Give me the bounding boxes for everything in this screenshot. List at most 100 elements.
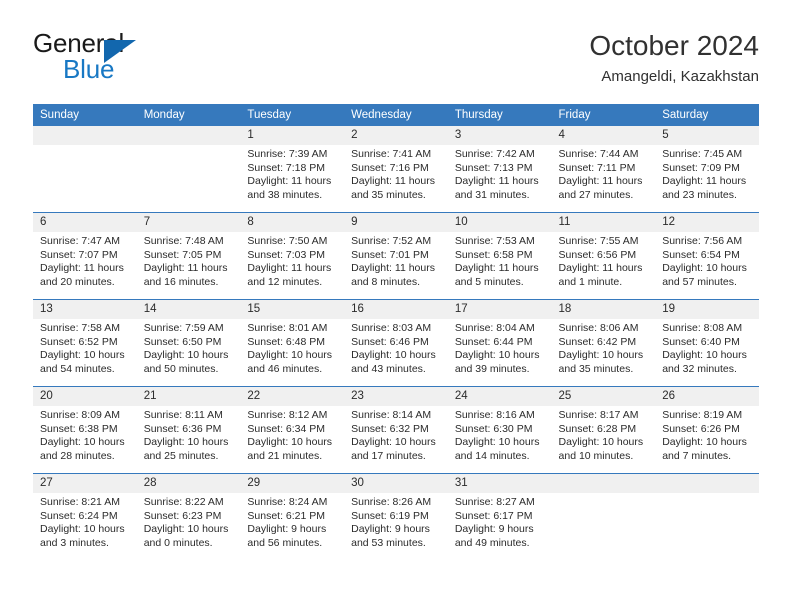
calendar-day-cell[interactable]: 18 Sunrise: 8:06 AM Sunset: 6:42 PM Dayligh… xyxy=(551,299,656,387)
calendar-day-cell[interactable]: 28 Sunrise: 8:22 AM Sunset: 6:23 PM Dayligh… xyxy=(136,473,241,560)
sunrise-text: Sunrise: 7:56 AM xyxy=(662,235,743,247)
day-number: 5 xyxy=(655,126,759,145)
daylight-text-line2: and 56 minutes. xyxy=(247,536,323,549)
day-details: Sunrise: 7:56 AM Sunset: 6:54 PM Daylight:… xyxy=(655,232,759,289)
calendar-cell-empty xyxy=(655,473,759,560)
calendar-day-cell[interactable]: 29 Sunrise: 8:24 AM Sunset: 6:21 PM Dayligh… xyxy=(240,473,345,560)
calendar-day-cell[interactable]: 1 Sunrise: 7:39 AM Sunset: 7:18 PM Daylight… xyxy=(240,126,345,213)
calendar-week-row: 1 Sunrise: 7:39 AM Sunset: 7:18 PM Daylight… xyxy=(33,126,759,213)
calendar-day-cell[interactable]: 14 Sunrise: 7:59 AM Sunset: 6:50 PM Dayligh… xyxy=(136,299,241,387)
day-details: Sunrise: 7:58 AM Sunset: 6:52 PM Daylight:… xyxy=(33,319,137,376)
calendar-day-cell[interactable]: 27 Sunrise: 8:21 AM Sunset: 6:24 PM Dayligh… xyxy=(33,473,137,560)
daylight-text-line1: Daylight: 11 hours xyxy=(558,262,643,275)
calendar-cell-empty xyxy=(136,126,241,213)
day-details: Sunrise: 8:19 AM Sunset: 6:26 PM Daylight:… xyxy=(655,406,759,463)
daylight-text-line1: Daylight: 11 hours xyxy=(247,262,332,275)
calendar-day-cell[interactable]: 26 Sunrise: 8:19 AM Sunset: 6:26 PM Dayligh… xyxy=(655,386,759,474)
calendar-day-cell[interactable]: 9 Sunrise: 7:52 AM Sunset: 7:01 PM Daylight… xyxy=(344,212,448,300)
daylight-text-line2: and 8 minutes. xyxy=(351,275,420,288)
weekday-header-sunday: Sunday xyxy=(33,104,137,126)
sunrise-text: Sunrise: 7:55 AM xyxy=(558,235,639,247)
sunset-text: Sunset: 6:46 PM xyxy=(351,335,429,348)
daylight-text-line1: Daylight: 10 hours xyxy=(662,436,747,449)
day-details: Sunrise: 8:11 AM Sunset: 6:36 PM Daylight:… xyxy=(137,406,241,463)
daylight-text-line1: Daylight: 10 hours xyxy=(143,436,229,449)
sunrise-text: Sunrise: 8:01 AM xyxy=(247,322,328,334)
day-number: 11 xyxy=(551,213,656,232)
daylight-text-line2: and 57 minutes. xyxy=(662,275,737,288)
calendar-day-cell[interactable]: 30 Sunrise: 8:26 AM Sunset: 6:19 PM Dayligh… xyxy=(344,473,448,560)
calendar-day-cell[interactable]: 25 Sunrise: 8:17 AM Sunset: 6:28 PM Dayligh… xyxy=(551,386,656,474)
calendar-cell-empty xyxy=(33,126,137,213)
day-number: 7 xyxy=(136,213,241,232)
daylight-text-line2: and 35 minutes. xyxy=(351,188,426,201)
calendar-day-cell[interactable]: 17 Sunrise: 8:04 AM Sunset: 6:44 PM Dayligh… xyxy=(447,299,552,387)
sunset-text: Sunset: 6:38 PM xyxy=(40,422,118,435)
calendar-day-cell[interactable]: 13 Sunrise: 7:58 AM Sunset: 6:52 PM Dayligh… xyxy=(33,299,137,387)
sunset-text: Sunset: 6:26 PM xyxy=(662,422,740,435)
calendar-day-cell[interactable]: 2 Sunrise: 7:41 AM Sunset: 7:16 PM Daylight… xyxy=(344,126,448,213)
daylight-text-line1: Daylight: 10 hours xyxy=(662,349,747,362)
calendar-day-cell[interactable]: 7 Sunrise: 7:48 AM Sunset: 7:05 PM Daylight… xyxy=(136,212,241,300)
calendar-day-cell[interactable]: 31 Sunrise: 8:27 AM Sunset: 6:17 PM Dayligh… xyxy=(447,473,552,560)
day-details: Sunrise: 7:44 AM Sunset: 7:11 PM Daylight:… xyxy=(552,145,656,202)
calendar-day-cell[interactable]: 8 Sunrise: 7:50 AM Sunset: 7:03 PM Daylight… xyxy=(240,212,345,300)
sunrise-text: Sunrise: 8:14 AM xyxy=(351,409,432,421)
day-details: Sunrise: 8:17 AM Sunset: 6:28 PM Daylight:… xyxy=(552,406,656,463)
calendar-day-cell[interactable]: 15 Sunrise: 8:01 AM Sunset: 6:48 PM Dayligh… xyxy=(240,299,345,387)
calendar-cell-empty xyxy=(551,473,656,560)
sunrise-text: Sunrise: 8:06 AM xyxy=(558,322,639,334)
sunset-text: Sunset: 6:34 PM xyxy=(247,422,326,435)
day-number: 20 xyxy=(33,387,137,406)
sunrise-text: Sunrise: 8:24 AM xyxy=(247,496,328,508)
day-number: 17 xyxy=(447,300,552,319)
day-number: 28 xyxy=(136,474,241,493)
calendar-day-cell[interactable]: 21 Sunrise: 8:11 AM Sunset: 6:36 PM Dayligh… xyxy=(136,386,241,474)
calendar-day-cell[interactable]: 3 Sunrise: 7:42 AM Sunset: 7:13 PM Daylight… xyxy=(447,126,552,213)
sunset-text: Sunset: 6:58 PM xyxy=(454,248,533,261)
daylight-text-line1: Daylight: 11 hours xyxy=(247,175,332,188)
sunset-text: Sunset: 7:05 PM xyxy=(143,248,222,261)
sunset-text: Sunset: 6:24 PM xyxy=(40,509,118,522)
calendar-week-row: 20 Sunrise: 8:09 AM Sunset: 6:38 PM Dayligh… xyxy=(33,386,759,474)
calendar-body: 1 Sunrise: 7:39 AM Sunset: 7:18 PM Daylight… xyxy=(33,126,759,560)
sunset-text: Sunset: 7:01 PM xyxy=(351,248,429,261)
daylight-text-line1: Daylight: 11 hours xyxy=(454,262,539,275)
sunset-text: Sunset: 7:13 PM xyxy=(454,161,533,174)
daylight-text-line2: and 53 minutes. xyxy=(351,536,426,549)
daylight-text-line1: Daylight: 10 hours xyxy=(143,523,229,536)
day-details: Sunrise: 7:59 AM Sunset: 6:50 PM Daylight:… xyxy=(137,319,241,376)
calendar-day-cell[interactable]: 12 Sunrise: 7:56 AM Sunset: 6:54 PM Dayligh… xyxy=(655,212,759,300)
daylight-text-line2: and 14 minutes. xyxy=(454,449,530,462)
calendar-day-cell[interactable]: 19 Sunrise: 8:08 AM Sunset: 6:40 PM Dayligh… xyxy=(655,299,759,387)
calendar-day-cell[interactable]: 10 Sunrise: 7:53 AM Sunset: 6:58 PM Dayligh… xyxy=(447,212,552,300)
daylight-text-line1: Daylight: 10 hours xyxy=(662,262,747,275)
day-number: 31 xyxy=(447,474,552,493)
calendar-day-cell[interactable]: 20 Sunrise: 8:09 AM Sunset: 6:38 PM Dayligh… xyxy=(33,386,137,474)
daylight-text-line2: and 31 minutes. xyxy=(454,188,530,201)
calendar-day-cell[interactable]: 6 Sunrise: 7:47 AM Sunset: 7:07 PM Daylight… xyxy=(33,212,137,300)
daylight-text-line1: Daylight: 10 hours xyxy=(40,436,125,449)
sunrise-text: Sunrise: 7:48 AM xyxy=(143,235,224,247)
daylight-text-line1: Daylight: 11 hours xyxy=(351,262,435,275)
weekday-header-thursday: Thursday xyxy=(447,104,552,126)
calendar-day-cell[interactable]: 4 Sunrise: 7:44 AM Sunset: 7:11 PM Daylight… xyxy=(551,126,656,213)
day-number: 26 xyxy=(655,387,759,406)
daylight-text-line2: and 27 minutes. xyxy=(558,188,634,201)
calendar-day-cell[interactable]: 11 Sunrise: 7:55 AM Sunset: 6:56 PM Dayligh… xyxy=(551,212,656,300)
sunrise-text: Sunrise: 8:03 AM xyxy=(351,322,432,334)
brand-logo[interactable]: General Blue xyxy=(33,28,253,90)
calendar-day-cell[interactable]: 24 Sunrise: 8:16 AM Sunset: 6:30 PM Dayligh… xyxy=(447,386,552,474)
sunrise-text: Sunrise: 8:16 AM xyxy=(454,409,535,421)
day-number: 10 xyxy=(447,213,552,232)
day-number: 9 xyxy=(344,213,448,232)
weekday-header-wednesday: Wednesday xyxy=(344,104,448,126)
sunset-text: Sunset: 6:44 PM xyxy=(454,335,533,348)
sunset-text: Sunset: 6:28 PM xyxy=(558,422,637,435)
calendar-day-cell[interactable]: 16 Sunrise: 8:03 AM Sunset: 6:46 PM Dayligh… xyxy=(344,299,448,387)
calendar-day-cell[interactable]: 22 Sunrise: 8:12 AM Sunset: 6:34 PM Dayligh… xyxy=(240,386,345,474)
day-details: Sunrise: 8:26 AM Sunset: 6:19 PM Daylight:… xyxy=(344,493,448,550)
calendar-day-cell[interactable]: 23 Sunrise: 8:14 AM Sunset: 6:32 PM Dayligh… xyxy=(344,386,448,474)
calendar-day-cell[interactable]: 5 Sunrise: 7:45 AM Sunset: 7:09 PM Daylight… xyxy=(655,126,759,213)
sunrise-text: Sunrise: 7:42 AM xyxy=(454,148,535,160)
